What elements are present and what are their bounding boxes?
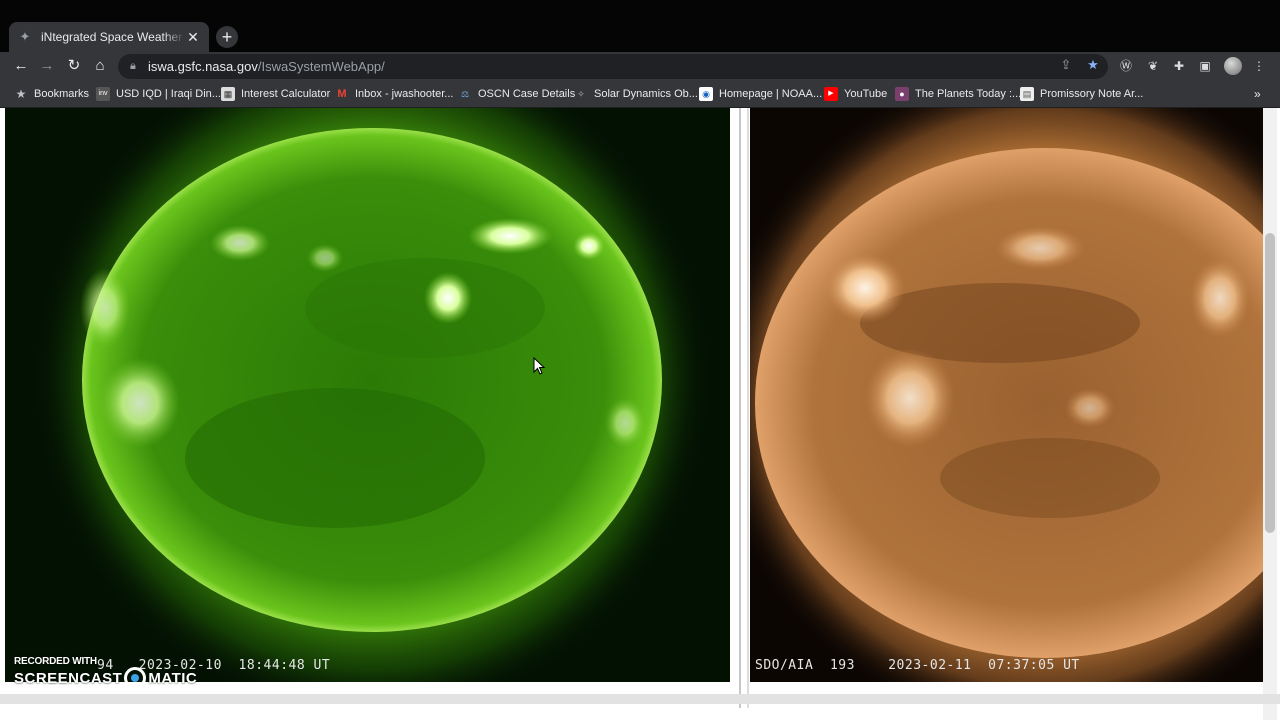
bookmark-label: The Planets Today :...: [915, 88, 1022, 100]
watermark-line1: RECORDED WITH: [14, 656, 97, 667]
gmail-icon: M: [337, 88, 347, 100]
forward-button[interactable]: →: [37, 56, 57, 76]
browser-window: ✦ iNtegrated Space Weather Analy ✕ + ← →…: [0, 0, 1280, 720]
bookmark-item[interactable]: ▤ Promissory Note Ar...: [1020, 86, 1143, 102]
bookmark-label: Homepage | NOAA...: [719, 88, 823, 100]
page-content: 94 2023-02-10 18:44:48 UT SDO/AIA 193 20…: [0, 108, 1280, 720]
tab-strip: ✦ iNtegrated Space Weather Analy ✕ +: [0, 0, 1280, 52]
bookmark-item[interactable]: M Inbox - jwashooter...: [335, 86, 453, 102]
right-image-caption: SDO/AIA 193 2023-02-11 07:37:05 UT: [755, 658, 1080, 673]
horizontal-scrollbar[interactable]: [0, 694, 1280, 704]
bookmark-item[interactable]: ◉ Homepage | NOAA...: [699, 86, 822, 102]
vertical-scrollbar[interactable]: [1263, 108, 1277, 720]
extension-wing-icon[interactable]: ❦: [1145, 58, 1161, 74]
bookmark-label: Promissory Note Ar...: [1040, 88, 1144, 100]
bookmark-item[interactable]: ▦ Interest Calculator: [221, 86, 330, 102]
url-host: iswa.gsfc.nasa.gov: [148, 59, 258, 74]
noaa-icon: ◉: [699, 87, 713, 101]
bookmark-item[interactable]: ✧ Solar Dynamics Ob...: [574, 86, 698, 102]
bookmarks-bar: ★ Bookmarks inv USD IQD | Iraqi Din... ▦…: [0, 80, 1280, 108]
calculator-icon: ▦: [221, 87, 235, 101]
panel-divider: [747, 108, 749, 708]
bookmark-star-icon[interactable]: ★: [1085, 57, 1101, 73]
document-icon: ▤: [1020, 87, 1034, 101]
oscn-icon: ⚖: [460, 89, 470, 99]
screencast-logo-icon: [124, 667, 147, 689]
screencast-watermark: RECORDED WITH SCREENCAST MATIC: [14, 656, 197, 689]
url-path: /IswaSystemWebApp/: [257, 59, 385, 74]
bookmark-item[interactable]: ★ Bookmarks: [14, 86, 89, 102]
bookmark-item[interactable]: ● The Planets Today :...: [895, 86, 1021, 102]
mouse-cursor-icon: [533, 357, 546, 375]
new-tab-button[interactable]: +: [216, 26, 238, 48]
back-button[interactable]: ←: [11, 56, 31, 76]
sun-orange-image: [750, 108, 1263, 682]
bookmark-item[interactable]: ▶ YouTube: [824, 86, 887, 102]
scrollbar-thumb[interactable]: [1265, 233, 1275, 533]
tab-iswa[interactable]: ✦ iNtegrated Space Weather Analy ✕: [9, 22, 209, 52]
watermark-matic: MATIC: [148, 669, 198, 687]
side-panel-icon[interactable]: ▣: [1197, 58, 1213, 74]
lock-icon: 🔒︎: [130, 60, 136, 72]
sun-green-image: [32, 108, 712, 682]
watermark-screencast: SCREENCAST: [14, 669, 123, 687]
more-bookmarks-icon[interactable]: »: [1254, 86, 1261, 102]
extension-w-icon[interactable]: Ⓦ: [1118, 58, 1134, 74]
home-button[interactable]: ⌂: [90, 56, 110, 76]
menu-kebab-icon[interactable]: ⋮: [1251, 58, 1267, 74]
bookmark-label: Interest Calculator: [241, 88, 331, 100]
bookmark-label: Inbox - jwashooter...: [355, 88, 454, 100]
right-instrument-label: SDO/AIA 193: [755, 658, 855, 673]
profile-avatar[interactable]: [1224, 57, 1242, 75]
right-timestamp: 2023-02-11 07:37:05 UT: [888, 658, 1080, 673]
nasa-favicon-icon: ✦: [19, 29, 31, 44]
close-tab-icon[interactable]: ✕: [185, 29, 201, 45]
sdo-aia-94-image-panel: 94 2023-02-10 18:44:48 UT: [5, 108, 730, 682]
planets-icon: ●: [895, 87, 909, 101]
reload-button[interactable]: ↻: [64, 56, 84, 76]
youtube-icon: ▶: [824, 87, 838, 101]
tab-title: iNtegrated Space Weather Analy: [41, 30, 185, 44]
bookmark-item[interactable]: ⚖ OSCN Case Details: [458, 86, 575, 102]
bookmark-label: OSCN Case Details: [478, 88, 576, 100]
toolbar: ← → ↻ ⌂ 🔒︎ iswa.gsfc.nasa.gov/IswaSystem…: [0, 52, 1280, 80]
star-icon: ★: [15, 87, 27, 101]
sdo-icon: ✧: [577, 89, 585, 99]
extensions-puzzle-icon[interactable]: ✚: [1171, 58, 1187, 74]
sdo-aia-193-image-panel: SDO/AIA 193 2023-02-11 07:37:05 UT: [750, 108, 1263, 682]
bookmark-label: USD IQD | Iraqi Din...: [116, 88, 221, 100]
address-bar[interactable]: 🔒︎ iswa.gsfc.nasa.gov/IswaSystemWebApp/: [118, 54, 1108, 79]
panel-divider: [739, 108, 741, 708]
watermark-line2: SCREENCAST MATIC: [14, 667, 197, 689]
share-icon[interactable]: ⇪: [1058, 57, 1074, 73]
bookmark-label: YouTube: [844, 88, 888, 100]
bookmark-label: Solar Dynamics Ob...: [594, 88, 698, 100]
bookmark-item[interactable]: inv USD IQD | Iraqi Din...: [96, 86, 221, 102]
bookmark-label: Bookmarks: [34, 88, 90, 100]
inv-icon: inv: [96, 87, 110, 101]
